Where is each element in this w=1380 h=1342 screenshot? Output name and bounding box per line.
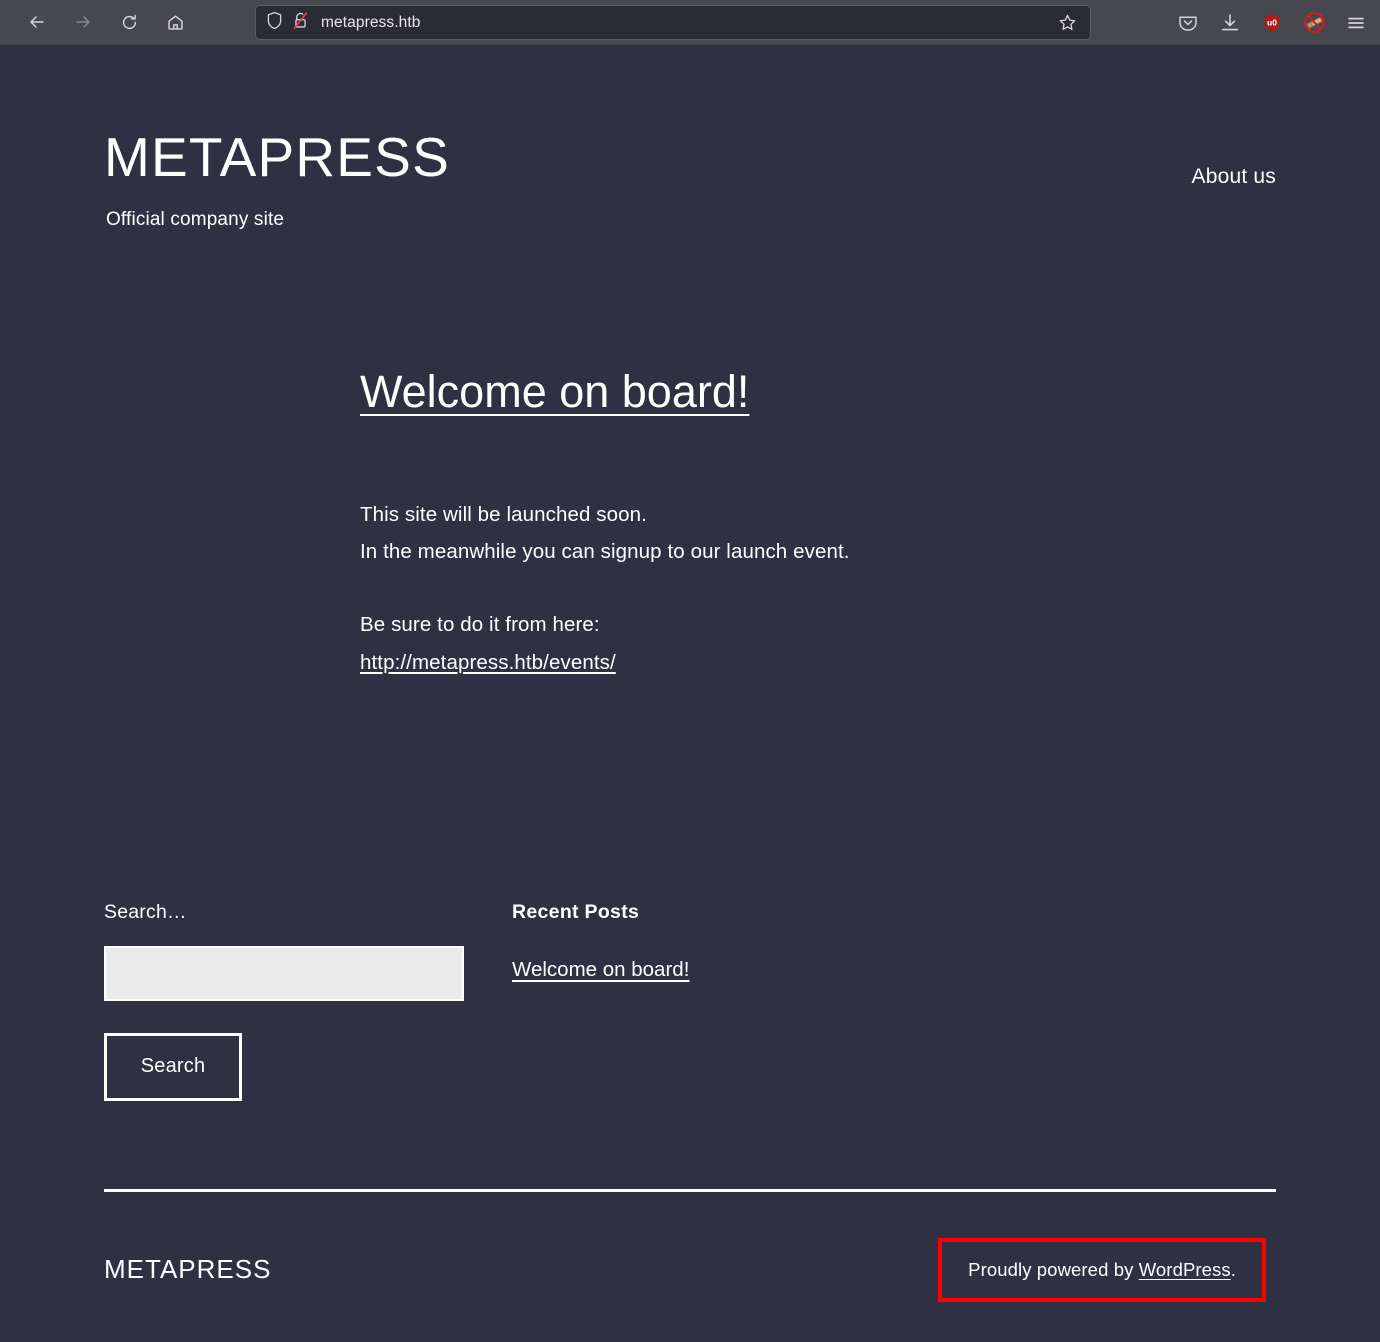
post-cta-text: Be sure to do it from here: xyxy=(360,613,600,636)
list-item: Welcome on board! xyxy=(512,958,689,982)
site-tagline: Official company site xyxy=(106,209,1276,231)
site-header: METAPRESS Official company site About us xyxy=(104,45,1276,231)
post-title: Welcome on board! xyxy=(360,366,1276,418)
shield-icon[interactable] xyxy=(266,11,283,35)
events-link[interactable]: http://metapress.htb/events/ xyxy=(360,651,616,674)
adblock-icon[interactable] xyxy=(1300,9,1328,37)
menu-icon[interactable] xyxy=(1342,9,1370,37)
broken-padlock-icon[interactable] xyxy=(292,11,309,35)
post-paragraph-cta: Be sure to do it from here: http://metap… xyxy=(360,606,1276,681)
recent-posts-title: Recent Posts xyxy=(512,901,689,924)
main-navigation: About us xyxy=(1192,165,1277,189)
post-content: This site will be launched soon. In the … xyxy=(360,496,1276,681)
site-title: METAPRESS xyxy=(104,130,1276,185)
bookmark-star-icon[interactable] xyxy=(1054,10,1080,36)
footer-credit: Proudly powered by WordPress. xyxy=(968,1259,1236,1281)
address-bar-icons xyxy=(266,11,309,35)
highlight-box: Proudly powered by WordPress. xyxy=(938,1238,1266,1302)
back-arrow-icon xyxy=(27,12,47,32)
search-input[interactable] xyxy=(104,946,464,1001)
wordpress-link[interactable]: WordPress xyxy=(1139,1259,1231,1280)
page-container: METAPRESS Official company site About us… xyxy=(104,45,1276,1302)
reload-button[interactable] xyxy=(114,7,144,37)
post-paragraph-intro: This site will be launched soon. In the … xyxy=(360,496,1276,571)
home-button[interactable] xyxy=(160,7,190,37)
url-text[interactable]: metapress.htb xyxy=(321,14,1054,32)
browser-toolbar: metapress.htb u0 xyxy=(0,0,1380,45)
main-content: Welcome on board! This site will be laun… xyxy=(104,231,1276,681)
post-title-link[interactable]: Welcome on board! xyxy=(360,366,749,417)
search-widget: Search… Search xyxy=(104,901,512,1101)
forward-button[interactable] xyxy=(68,7,98,37)
back-button[interactable] xyxy=(22,7,52,37)
nav-item-about-us[interactable]: About us xyxy=(1192,165,1277,188)
widget-area: Search… Search Recent Posts Welcome on b… xyxy=(104,717,1276,1101)
site-footer: METAPRESS Proudly powered by WordPress. xyxy=(104,1189,1276,1302)
browser-toolbar-right: u0 xyxy=(1174,0,1370,45)
downloads-icon[interactable] xyxy=(1216,9,1244,37)
home-icon xyxy=(166,13,185,32)
post-line-1: This site will be launched soon. xyxy=(360,503,647,526)
footer-brand: METAPRESS xyxy=(104,1254,271,1285)
recent-posts-widget: Recent Posts Welcome on board! xyxy=(512,901,689,1101)
pocket-icon[interactable] xyxy=(1174,9,1202,37)
forward-arrow-icon xyxy=(73,12,93,32)
recent-post-link[interactable]: Welcome on board! xyxy=(512,958,689,981)
reload-icon xyxy=(120,13,139,32)
browser-nav-buttons xyxy=(22,7,190,37)
recent-posts-list: Welcome on board! xyxy=(512,958,689,982)
search-label: Search… xyxy=(104,901,512,924)
post-line-2: In the meanwhile you can signup to our l… xyxy=(360,540,850,563)
footer-credit-prefix: Proudly powered by xyxy=(968,1259,1139,1280)
page-body: METAPRESS Official company site About us… xyxy=(0,45,1380,1342)
address-bar[interactable]: metapress.htb xyxy=(255,5,1091,40)
search-button[interactable]: Search xyxy=(104,1033,242,1101)
svg-text:u0: u0 xyxy=(1267,17,1277,27)
ublock-origin-icon[interactable]: u0 xyxy=(1258,9,1286,37)
footer-credit-suffix: . xyxy=(1231,1259,1236,1280)
